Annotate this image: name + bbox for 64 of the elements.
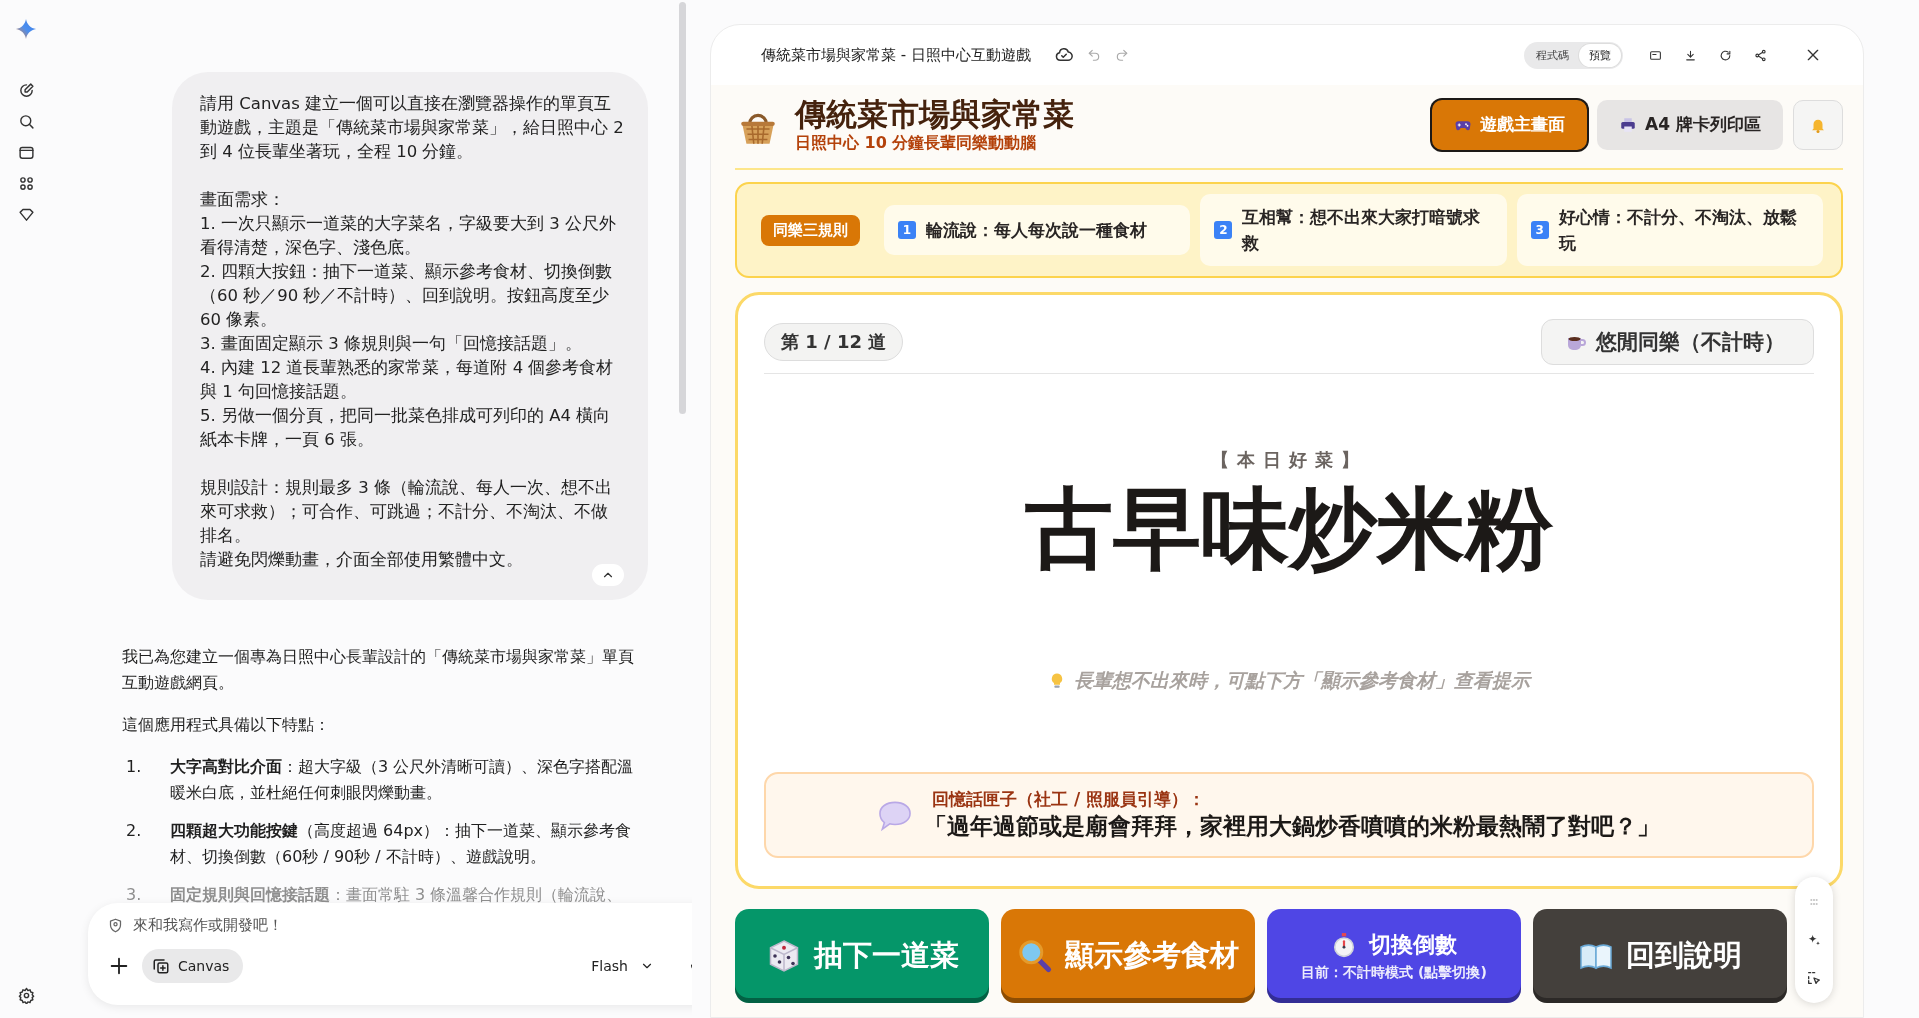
response-text: 這個應用程式具備以下特點： <box>122 714 331 736</box>
logo-icon <box>15 18 37 40</box>
scrollbar-thumb[interactable] <box>679 2 686 414</box>
message-text: 請避免閃爍動畫，介面全部使用繁體中文。 <box>200 549 524 571</box>
rules-label: 同樂三規則 <box>761 214 860 246</box>
response-text: 四顆超大功能按鍵（高度超過 64px）：抽下一道菜、顯示參考食材、切換倒數（60秒 / 90秒 / 不計時）、遊戲說明。 <box>170 820 633 868</box>
app-subtitle: 日照中心 10 分鐘長輩同樂動動腦 <box>795 133 1038 154</box>
apps-grid-icon[interactable] <box>17 175 35 192</box>
prompt-field[interactable]: 來和我寫作或開發吧！ <box>131 915 692 935</box>
number-badge: 3 <box>1530 221 1549 239</box>
share-icon[interactable] <box>1754 48 1767 62</box>
response-text: 我已為您建立一個專為日照中心長輩設計的「傳統菜市場與家常菜」單頁互動遊戲網頁。 <box>122 646 635 694</box>
select-icon[interactable] <box>1806 970 1822 986</box>
message-text: 2. 四顆大按鈕：抽下一道菜、顯示參考食材、切換倒數（60 秒／90 秒／不計時）、回到說明。按鈕高度至少 60 像素。 <box>200 261 613 331</box>
shield-icon <box>108 917 123 933</box>
search-icon[interactable] <box>17 113 35 130</box>
action-button[interactable]: 回到說明 <box>1533 909 1787 1003</box>
message-text: 請用 Canvas 建立一個可以直接在瀏覽器操作的單頁互動遊戲，主題是「傳統菜市場與家常菜」，給日照中心 2 到 4 位長輩坐著玩，全程 10 分鐘。 <box>200 93 624 163</box>
refresh-icon[interactable] <box>1719 48 1732 62</box>
console-icon[interactable] <box>1649 48 1662 62</box>
message-text: 規則設計：規則最多 3 條（輪流說、每人一次、想不出來可求救）；可合作、可跳過；不計分、不淘汰、不做排名。 <box>200 477 613 547</box>
library-icon[interactable] <box>17 144 35 161</box>
rule-text: 好心情：不計分、不淘汰、放鬆玩 <box>1558 206 1798 255</box>
canvas-chip[interactable]: Canvas <box>142 949 244 983</box>
download-icon[interactable] <box>1684 48 1697 62</box>
view-tab[interactable]: 程式碼 <box>1526 43 1579 67</box>
section-label: 【本日好菜】 <box>1210 448 1368 472</box>
response-text: 固定規則與回憶接話題：畫面常駐 3 條溫馨合作規則（輪流說、 <box>170 884 624 906</box>
timer-mode-pill: 悠閒同樂（不計時） <box>1541 319 1814 365</box>
add-icon[interactable] <box>108 955 130 977</box>
cloud-icon[interactable] <box>1054 46 1073 64</box>
stopwatch-icon <box>1331 932 1357 958</box>
list-number: 2. <box>125 820 143 842</box>
rule-text: 輪流說：每人每次說一種食材 <box>926 219 1147 242</box>
message-text: 3. 畫面固定顯示 3 條規則與一句「回憶接話題」。 <box>200 333 583 355</box>
number-badge: 1 <box>898 221 916 239</box>
new-chat-icon[interactable] <box>17 82 35 99</box>
document-title: 傳統菜市場與家常菜 - 日照中心互動遊戲 <box>761 45 1031 65</box>
app-title: 傳統菜市場與家常菜 <box>795 95 1074 133</box>
printer-icon <box>1619 115 1638 134</box>
dish-counter: 第 1 / 12 道 <box>764 323 904 361</box>
hint-text: 長輩想不出來時，可點下方「顯示參考食材」查看提示 <box>1074 668 1530 693</box>
response-text: 大字高對比介面：超大字級（3 公尺外清晰可讀）、深色字搭配溫暖米白底，並杜絕任何刺眼閃爍動畫。 <box>170 756 635 804</box>
settings-icon[interactable] <box>17 987 35 1004</box>
number-badge: 2 <box>1214 221 1233 239</box>
gem-icon[interactable] <box>17 206 35 223</box>
list-number: 3. <box>125 884 143 906</box>
message-text: 4. 內建 12 道長輩熟悉的家常菜，每道附 4 個參考食材與 1 句回憶接話題。 <box>200 357 615 403</box>
action-button[interactable]: 切換倒數 目前：不計時模式 (點擊切換) <box>1267 909 1521 1003</box>
list-number: 1. <box>125 756 143 778</box>
message-text: 畫面需求： <box>200 189 286 211</box>
view-tab[interactable]: 預覽 <box>1579 43 1621 67</box>
nav-tab[interactable]: A4 牌卡列印區 <box>1597 99 1783 150</box>
magnifier-icon <box>1017 938 1053 974</box>
message-text: 1. 一次只顯示一道菜的大字菜名，字級要大到 3 公尺外看得清楚，深色字、淺色底。 <box>200 213 617 259</box>
memory-quote: 「過年過節或是廟會拜拜，家裡用大鍋炒香噴噴的米粉最熱鬧了對吧？」 <box>924 812 1660 841</box>
canvas-icon <box>152 957 170 975</box>
memory-label: 回憶話匣子（社工 / 照服員引導）： <box>932 788 1207 811</box>
model-selector[interactable]: Flash <box>591 958 654 974</box>
action-button[interactable]: 抽下一道菜 <box>735 909 989 1003</box>
rule-text: 互相幫：想不出來大家打暗號求救 <box>1242 206 1482 255</box>
close-icon[interactable] <box>1805 47 1821 63</box>
message-text: 5. 另做一個分頁，把同一批菜色排成可列印的 A4 橫向紙本卡牌，一頁 6 張。 <box>200 405 612 451</box>
dish-name: 古早味炒米粉 <box>1025 476 1553 582</box>
